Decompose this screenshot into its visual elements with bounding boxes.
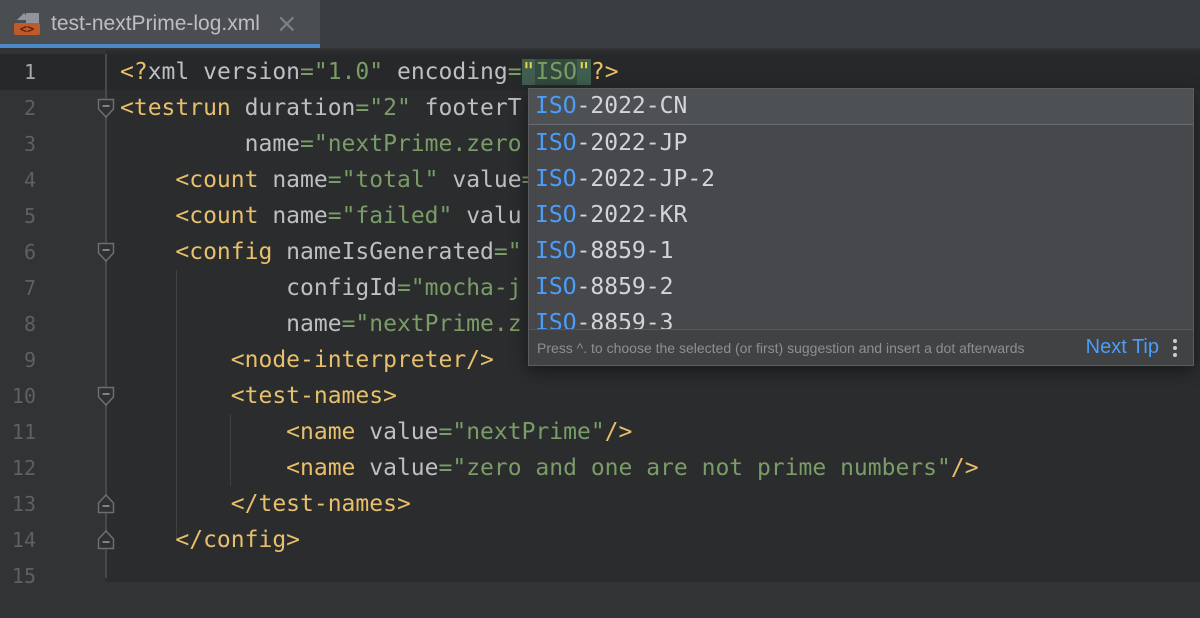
code-line[interactable]: configId="mocha-j [120, 270, 522, 306]
line-number: 11 [0, 414, 36, 450]
line-number: 4 [0, 162, 36, 198]
line-number: 9 [0, 342, 36, 378]
line-number: 8 [0, 306, 36, 342]
code-line[interactable]: <name value="zero and one are not prime … [120, 450, 979, 486]
completion-list: ISO-2022-CNISO-2022-JPISO-2022-JP-2ISO-2… [529, 89, 1193, 329]
line-number: 7 [0, 270, 36, 306]
line-number: 15 [0, 558, 36, 594]
completion-item[interactable]: ISO-8859-2 [529, 269, 1193, 305]
line-number: 3 [0, 126, 36, 162]
code-line[interactable]: <count name="total" value= [120, 162, 535, 198]
completion-item[interactable]: ISO-2022-JP-2 [529, 161, 1193, 197]
code-line[interactable]: <node-interpreter/> [120, 342, 494, 378]
line-number: 14 [0, 522, 36, 558]
tab-bar: <> test-nextPrime-log.xml × [0, 0, 1200, 48]
completion-item[interactable]: ISO-2022-JP [529, 125, 1193, 161]
next-tip-link[interactable]: Next Tip [1086, 336, 1159, 359]
fold-marker-up-icon[interactable] [96, 493, 116, 515]
kebab-menu-icon[interactable] [1171, 337, 1179, 359]
xml-file-icon: <> [13, 11, 41, 37]
code-line[interactable]: name="nextPrime.z [120, 306, 522, 342]
code-line[interactable]: <count name="failed" valu [120, 198, 522, 234]
completion-footer: Press ^. to choose the selected (or firs… [529, 329, 1193, 365]
code-line[interactable]: name="nextPrime.zero [120, 126, 522, 162]
code-line[interactable]: <testrun duration="2" footerT [120, 90, 522, 126]
line-number: 13 [0, 486, 36, 522]
completion-item[interactable]: ISO-2022-CN [529, 89, 1193, 125]
tab-title: test-nextPrime-log.xml [51, 12, 260, 36]
line-number: 12 [0, 450, 36, 486]
code-line[interactable]: </config> [120, 522, 300, 558]
fold-marker-down-icon[interactable] [96, 385, 116, 407]
code-line[interactable]: <config nameIsGenerated=" [120, 234, 522, 270]
close-icon[interactable]: × [276, 11, 298, 37]
completion-popup: ISO-2022-CNISO-2022-JPISO-2022-JP-2ISO-2… [528, 88, 1194, 366]
line-number: 1 [0, 54, 36, 90]
completion-item[interactable]: ISO-8859-3 [529, 305, 1193, 329]
fold-marker-down-icon[interactable] [96, 97, 116, 119]
fold-marker-down-icon[interactable] [96, 241, 116, 263]
code-line[interactable]: <name value="nextPrime"/> [120, 414, 632, 450]
tab-test-nextprime-log-xml[interactable]: <> test-nextPrime-log.xml × [0, 0, 320, 48]
active-tab-underline [0, 44, 320, 48]
completion-hint: Press ^. to choose the selected (or firs… [537, 340, 1086, 356]
fold-marker-up-icon[interactable] [96, 529, 116, 551]
completion-item[interactable]: ISO-8859-1 [529, 233, 1193, 269]
line-number: 10 [0, 378, 36, 414]
svg-text:<>: <> [20, 22, 34, 36]
code-line[interactable]: </test-names> [120, 486, 411, 522]
line-number: 6 [0, 234, 36, 270]
completion-item[interactable]: ISO-2022-KR [529, 197, 1193, 233]
code-line[interactable]: <?xml version="1.0" encoding="ISO"?> [120, 54, 619, 90]
code-line[interactable]: <test-names> [120, 378, 397, 414]
line-number: 5 [0, 198, 36, 234]
line-number: 2 [0, 90, 36, 126]
